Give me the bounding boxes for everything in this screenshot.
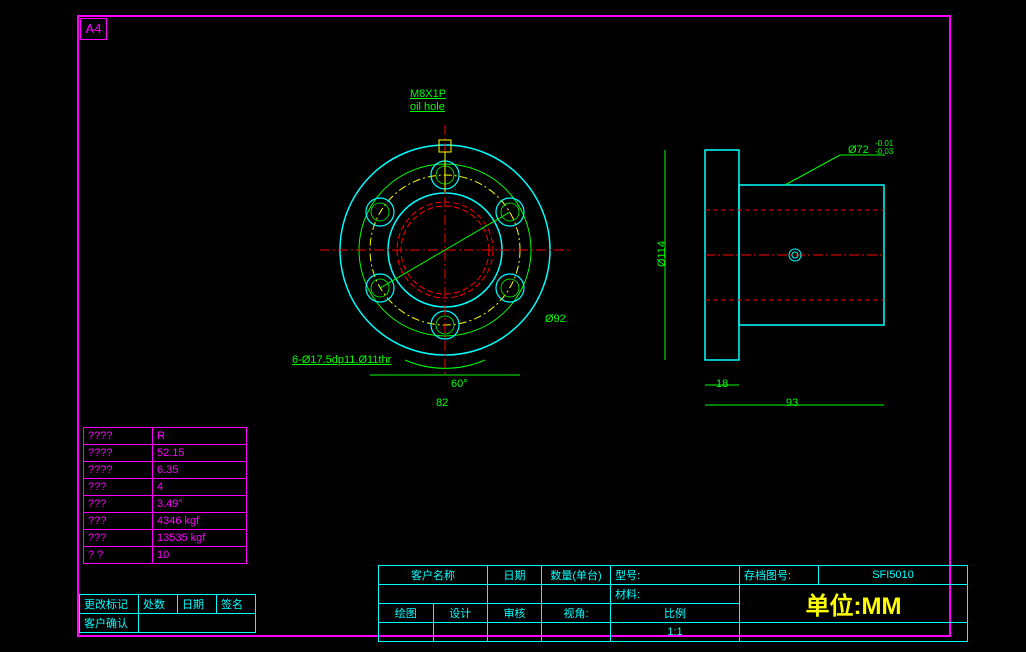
- title-block: 客户名称 日期 数量(单台) 型号: 存档图号: SFI5010 材料:单位:M…: [378, 565, 968, 642]
- dim-tol: -0.01 -0.03: [875, 140, 893, 156]
- dim-shaft: Ø72: [848, 144, 869, 156]
- spec-table: ????R ????52.15 ????6.35 ???4 ???3.49° ?…: [83, 427, 247, 564]
- sheet-size: A4: [80, 18, 107, 40]
- cad-canvas: A4 M8X1P oil hole 6-Ø17.5dp11,Ø11thr Ø92…: [0, 0, 1026, 652]
- revision-table: 更改标记处数日期签名 客户确认: [79, 594, 256, 633]
- dim-od: Ø114: [656, 241, 668, 267]
- side-view: [645, 130, 925, 410]
- dim-thread: M8X1P: [410, 88, 446, 100]
- dim-pcd: 82: [436, 397, 448, 409]
- dim-length: 93: [786, 397, 798, 409]
- dim-oil: oil hole: [410, 101, 445, 113]
- dim-holes: 6-Ø17.5dp11,Ø11thr: [292, 354, 391, 366]
- dim-flange: 18: [716, 378, 728, 390]
- dim-angle: 60°: [451, 378, 468, 390]
- dim-bcd: Ø92: [545, 313, 566, 325]
- unit-label: 单位:MM: [806, 593, 902, 620]
